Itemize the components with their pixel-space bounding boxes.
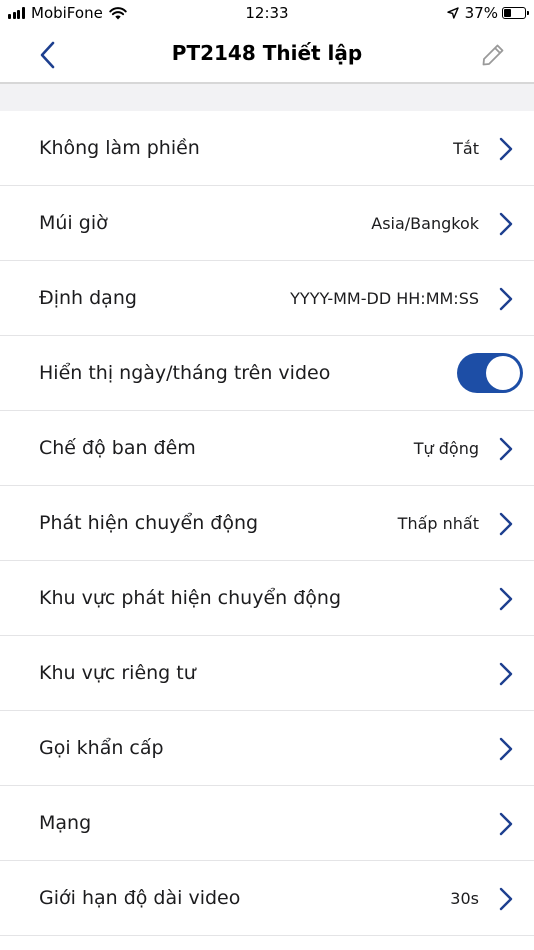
page-title: PT2148 Thiết lập bbox=[171, 41, 363, 65]
settings-row-value: YYYY-MM-DD HH:MM:SS bbox=[290, 289, 479, 308]
chevron-right-icon bbox=[499, 662, 513, 686]
settings-row-label: Định dạng bbox=[39, 287, 137, 309]
date-overlay-toggle[interactable] bbox=[457, 353, 523, 393]
chevron-right-icon bbox=[499, 587, 513, 611]
settings-row[interactable]: Múi giờ Asia/Bangkok bbox=[0, 186, 534, 261]
chevron-right-icon bbox=[499, 887, 513, 911]
location-arrow-icon bbox=[446, 7, 459, 19]
settings-list: Không làm phiền Tắt Múi giờ Asia/Bangkok Địn… bbox=[0, 111, 534, 936]
settings-row-value: Asia/Bangkok bbox=[371, 214, 479, 233]
settings-row[interactable]: Mạng bbox=[0, 786, 534, 861]
settings-row-label: Gọi khẩn cấp bbox=[39, 737, 164, 759]
settings-row[interactable]: Hiển thị ngày/tháng trên video bbox=[0, 336, 534, 411]
settings-row-label: Giới hạn độ dài video bbox=[39, 887, 241, 909]
chevron-right-icon bbox=[499, 737, 513, 761]
section-spacer bbox=[0, 84, 534, 111]
settings-row-label: Mạng bbox=[39, 812, 92, 834]
status-bar: MobiFone 12:33 37% bbox=[0, 0, 534, 28]
settings-row[interactable]: Khu vực phát hiện chuyển động bbox=[0, 561, 534, 636]
battery-icon bbox=[502, 7, 529, 19]
settings-row-label: Không làm phiền bbox=[39, 137, 200, 159]
nav-bar: PT2148 Thiết lập bbox=[0, 28, 534, 84]
settings-row-label: Múi giờ bbox=[39, 212, 108, 234]
edit-button[interactable] bbox=[476, 38, 510, 72]
settings-row[interactable]: Chế độ ban đêm Tự động bbox=[0, 411, 534, 486]
chevron-right-icon bbox=[499, 287, 513, 311]
settings-row-label: Hiển thị ngày/tháng trên video bbox=[39, 362, 331, 384]
chevron-right-icon bbox=[499, 137, 513, 161]
pencil-icon bbox=[482, 44, 504, 66]
chevron-right-icon bbox=[499, 437, 513, 461]
settings-row-label: Phát hiện chuyển động bbox=[39, 512, 259, 534]
status-right: 37% bbox=[446, 4, 529, 22]
settings-row[interactable]: Phát hiện chuyển động Thấp nhất bbox=[0, 486, 534, 561]
settings-row-label: Khu vực phát hiện chuyển động bbox=[39, 587, 342, 609]
settings-row[interactable]: Gọi khẩn cấp bbox=[0, 711, 534, 786]
settings-row-value: 30s bbox=[450, 889, 479, 908]
chevron-right-icon bbox=[499, 812, 513, 836]
settings-row-label: Khu vực riêng tư bbox=[39, 662, 196, 684]
settings-row-label: Chế độ ban đêm bbox=[39, 437, 196, 459]
settings-row-value: Tự động bbox=[413, 439, 479, 458]
settings-row[interactable]: Không làm phiền Tắt bbox=[0, 111, 534, 186]
settings-row[interactable]: Khu vực riêng tư bbox=[0, 636, 534, 711]
chevron-right-icon bbox=[499, 212, 513, 236]
settings-row-value: Thấp nhất bbox=[397, 514, 479, 533]
settings-row[interactable]: Giới hạn độ dài video 30s bbox=[0, 861, 534, 936]
settings-row-value: Tắt bbox=[453, 139, 479, 158]
battery-percent: 37% bbox=[464, 4, 498, 22]
toggle-knob bbox=[486, 356, 520, 390]
chevron-right-icon bbox=[499, 512, 513, 536]
settings-row[interactable]: Định dạng YYYY-MM-DD HH:MM:SS bbox=[0, 261, 534, 336]
